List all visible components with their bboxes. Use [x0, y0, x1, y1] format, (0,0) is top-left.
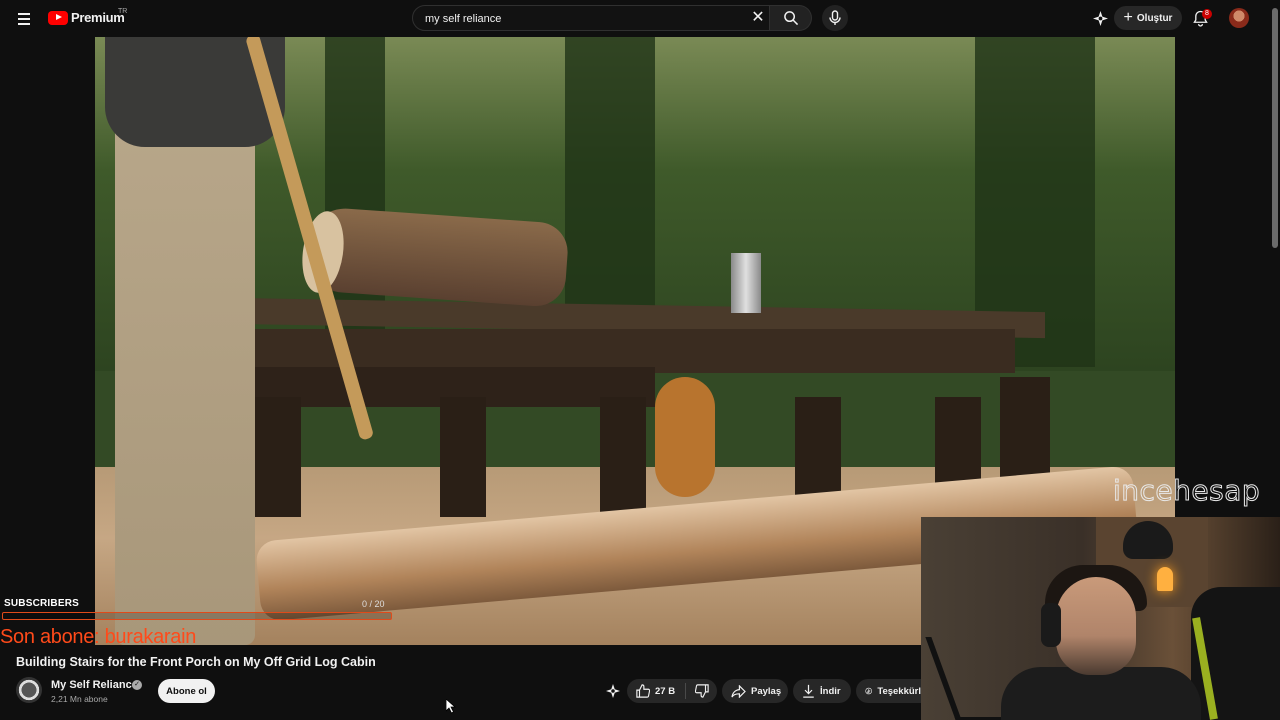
video-watermark: incehesap — [1112, 474, 1261, 508]
clear-icon: ✕ — [751, 9, 765, 26]
verified-icon: ✓ — [132, 680, 142, 690]
share-label: Paylaş — [751, 685, 782, 697]
subscribers-goal-bar — [2, 612, 392, 620]
ask-ai-button[interactable] — [606, 684, 620, 703]
youtube-logo[interactable]: Premium — [48, 10, 125, 25]
menu-icon — [18, 13, 30, 15]
like-count: 27 B — [655, 685, 676, 697]
webcam-overlay — [921, 517, 1280, 720]
download-label: İndir — [820, 685, 841, 697]
create-button[interactable]: + Oluştur — [1114, 6, 1182, 30]
search-input[interactable] — [423, 11, 747, 27]
menu-button[interactable] — [12, 8, 36, 28]
like-button[interactable]: 27 B — [627, 684, 675, 698]
thanks-button[interactable]: Teşekkürl — [856, 679, 921, 703]
thanks-label: Teşekkürl — [877, 685, 921, 697]
notification-badge: 8 — [1202, 9, 1212, 19]
search-icon — [783, 11, 798, 26]
create-label: Oluştur — [1136, 12, 1173, 24]
plus-icon: + — [1123, 9, 1133, 26]
thanks-icon — [865, 687, 872, 695]
channel-avatar[interactable] — [16, 677, 42, 703]
like-dislike-group: 27 B — [627, 679, 717, 703]
download-button[interactable]: İndir — [793, 679, 851, 703]
scrollbar-thumb[interactable] — [1272, 8, 1278, 248]
last-subscriber-text: Son abone: burakarain — [0, 626, 197, 648]
masthead: Premium TR ✕ + Oluştur 8 — [0, 0, 1270, 37]
voice-search-button[interactable] — [822, 5, 848, 31]
subscribers-goal-count: 0 / 20 — [362, 599, 385, 609]
subscribe-button[interactable]: Abone ol — [158, 679, 215, 703]
ai-sparkle-button[interactable] — [1093, 11, 1108, 31]
search-button[interactable] — [770, 5, 812, 31]
channel-name[interactable]: My Self Reliance — [51, 679, 138, 691]
video-title: Building Stairs for the Front Porch on M… — [16, 655, 376, 669]
dislike-icon — [695, 684, 709, 698]
ai-sparkle-icon — [1093, 11, 1108, 26]
like-icon — [636, 684, 650, 698]
share-button[interactable]: Paylaş — [722, 679, 788, 703]
subscribers-goal-label: SUBSCRIBERS — [4, 598, 79, 609]
clear-search-button[interactable]: ✕ — [750, 8, 766, 28]
ai-sparkle-icon — [606, 684, 620, 698]
logo-text: Premium — [71, 10, 125, 25]
mic-icon — [829, 10, 841, 25]
search-box[interactable] — [412, 5, 770, 31]
country-code: TR — [118, 8, 128, 15]
dislike-button[interactable] — [686, 684, 714, 698]
mouse-cursor-icon — [446, 699, 456, 714]
download-icon — [803, 684, 814, 698]
channel-subscriber-count: 2,21 Mn abone — [51, 694, 108, 704]
account-avatar[interactable] — [1229, 8, 1249, 28]
share-icon — [731, 684, 746, 698]
youtube-logo-icon — [48, 10, 68, 25]
